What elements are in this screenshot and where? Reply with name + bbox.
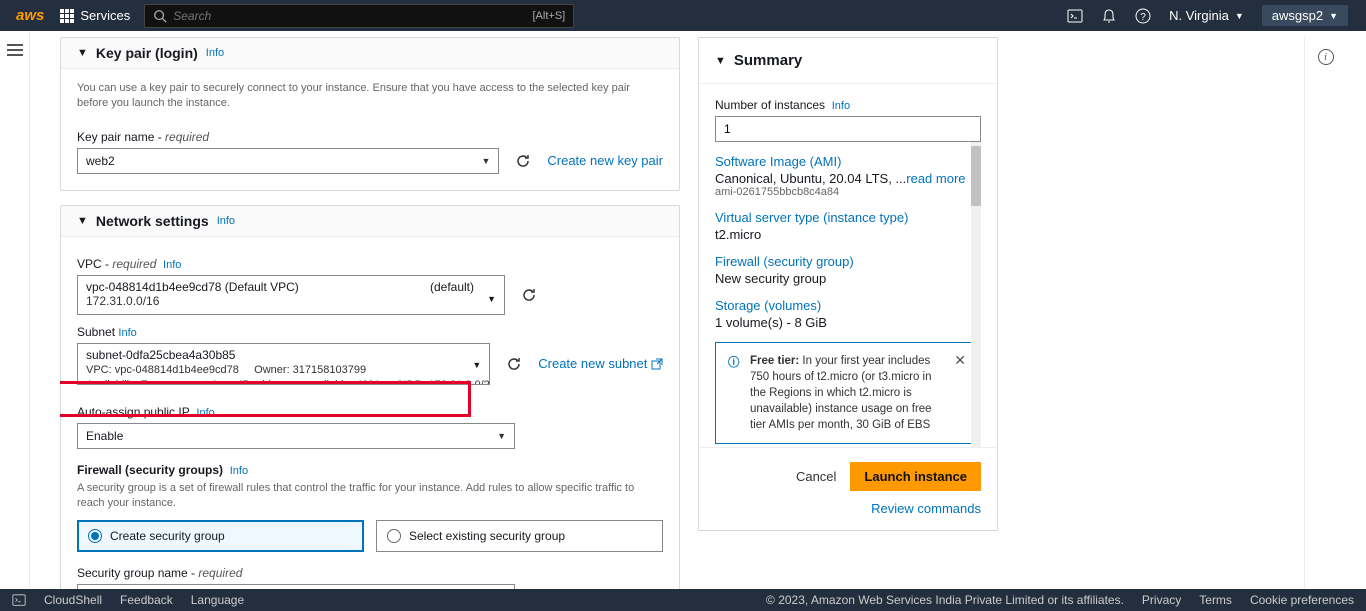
left-rail xyxy=(0,31,30,589)
cloudshell-icon[interactable] xyxy=(12,593,26,607)
info-panel-toggle[interactable]: i xyxy=(1318,49,1334,65)
subnet-label: Subnet Info xyxy=(77,325,663,339)
aws-logo[interactable]: aws xyxy=(16,7,44,24)
footer-feedback[interactable]: Feedback xyxy=(120,593,173,607)
chevron-down-icon: ▼ xyxy=(472,360,481,372)
firewall-info-link[interactable]: Info xyxy=(230,465,248,477)
summary-column: ▼ Summary Number of instances Info Softw… xyxy=(698,37,998,589)
create-keypair-link[interactable]: Create new key pair xyxy=(547,153,663,168)
network-header[interactable]: ▼ Network settings Info xyxy=(61,206,679,237)
summary-ami-link[interactable]: Software Image (AMI) xyxy=(715,154,977,169)
summary-title: Summary xyxy=(734,52,802,69)
caret-down-icon: ▼ xyxy=(77,215,88,227)
autoip-select[interactable]: Enable ▼ xyxy=(77,423,515,449)
caret-down-icon: ▼ xyxy=(77,47,88,59)
region-selector[interactable]: N. Virginia▼ xyxy=(1169,8,1244,23)
refresh-vpc-icon[interactable] xyxy=(521,287,537,303)
read-more-link[interactable]: read more xyxy=(906,171,965,186)
keypair-select[interactable]: web2 ▼ xyxy=(77,148,499,174)
vpc-select[interactable]: vpc-048814d1b4ee9cd78 (Default VPC) 172.… xyxy=(77,275,505,315)
close-icon[interactable]: ✕ xyxy=(954,351,966,371)
sg-name-label: Security group name - required xyxy=(77,566,663,580)
vpc-label: VPC - required Info xyxy=(77,257,663,271)
cloudshell-icon[interactable] xyxy=(1067,8,1083,24)
search-bar[interactable]: [Alt+S] xyxy=(144,4,574,28)
network-title: Network settings xyxy=(96,213,209,229)
create-subnet-link[interactable]: Create new subnet xyxy=(538,356,663,371)
chevron-down-icon: ▼ xyxy=(1329,11,1338,21)
keypair-header[interactable]: ▼ Key pair (login) Info xyxy=(61,38,679,69)
footer-terms[interactable]: Terms xyxy=(1199,593,1232,607)
firewall-hint: A security group is a set of firewall ru… xyxy=(77,481,663,512)
menu-toggle[interactable] xyxy=(7,41,23,589)
autoip-info-link[interactable]: Info xyxy=(196,407,214,419)
footer-cookies[interactable]: Cookie preferences xyxy=(1250,593,1354,607)
firewall-label: Firewall (security groups) Info xyxy=(77,463,663,477)
grid-icon xyxy=(60,9,74,23)
chevron-down-icon: ▼ xyxy=(487,294,496,304)
radio-icon xyxy=(88,529,102,543)
num-instances-input[interactable] xyxy=(715,116,981,142)
summary-type-link[interactable]: Virtual server type (instance type) xyxy=(715,210,977,225)
num-info-link[interactable]: Info xyxy=(832,100,850,112)
summary-ami-id: ami-0261755bbcb8c4a84 xyxy=(715,186,977,198)
network-info-link[interactable]: Info xyxy=(217,215,235,227)
launch-instance-button[interactable]: Launch instance xyxy=(850,462,981,491)
footer: CloudShell Feedback Language © 2023, Ama… xyxy=(0,589,1366,611)
refresh-subnet-icon[interactable] xyxy=(506,356,522,372)
keypair-info-link[interactable]: Info xyxy=(206,47,224,59)
main-column: ▼ Key pair (login) Info You can use a ke… xyxy=(60,37,680,589)
summary-fw-link[interactable]: Firewall (security group) xyxy=(715,254,977,269)
autoip-label: Auto-assign public IP Info xyxy=(77,405,663,419)
keypair-title: Key pair (login) xyxy=(96,45,198,61)
chevron-down-icon: ▼ xyxy=(481,156,490,166)
services-menu[interactable]: Services xyxy=(52,8,138,23)
cancel-button[interactable]: Cancel xyxy=(796,469,836,484)
subnet-select[interactable]: subnet-0dfa25cbea4a30b85 VPC: vpc-048814… xyxy=(77,343,490,385)
search-shortcut: [Alt+S] xyxy=(533,10,566,22)
info-icon: ⓘ xyxy=(728,355,740,371)
subnet-info-link[interactable]: Info xyxy=(118,327,136,339)
keypair-hint: You can use a key pair to securely conne… xyxy=(77,81,663,112)
svg-text:?: ? xyxy=(1140,12,1146,23)
chevron-down-icon: ▼ xyxy=(1235,11,1244,21)
refresh-icon[interactable] xyxy=(515,153,531,169)
radio-create-sg[interactable]: Create security group xyxy=(77,520,364,552)
caret-down-icon: ▼ xyxy=(715,55,726,67)
help-icon[interactable]: ? xyxy=(1135,8,1151,24)
summary-type-value: t2.micro xyxy=(715,227,977,242)
radio-icon xyxy=(387,529,401,543)
external-link-icon xyxy=(651,358,663,370)
page-body: ▼ Key pair (login) Info You can use a ke… xyxy=(0,31,1366,589)
summary-fw-value: New security group xyxy=(715,271,977,286)
notifications-icon[interactable] xyxy=(1101,8,1117,24)
top-nav: aws Services [Alt+S] ? N. Virginia▼ awsg… xyxy=(0,0,1366,31)
summary-storage-value: 1 volume(s) - 8 GiB xyxy=(715,315,977,330)
account-menu[interactable]: awsgsp2▼ xyxy=(1262,5,1348,26)
keypair-panel: ▼ Key pair (login) Info You can use a ke… xyxy=(60,37,680,191)
search-icon xyxy=(153,9,167,23)
summary-panel: ▼ Summary Number of instances Info Softw… xyxy=(698,37,998,531)
scrollbar[interactable] xyxy=(971,142,981,447)
services-label: Services xyxy=(80,8,130,23)
summary-storage-link[interactable]: Storage (volumes) xyxy=(715,298,977,313)
chevron-down-icon: ▼ xyxy=(497,431,506,441)
sg-name-input[interactable] xyxy=(77,584,515,589)
footer-privacy[interactable]: Privacy xyxy=(1142,593,1181,607)
search-input[interactable] xyxy=(173,9,532,23)
footer-copyright: © 2023, Amazon Web Services India Privat… xyxy=(766,593,1124,607)
network-panel: ▼ Network settings Info VPC - required I… xyxy=(60,205,680,589)
keypair-name-label: Key pair name - required xyxy=(77,130,663,144)
summary-header[interactable]: ▼ Summary xyxy=(699,38,997,84)
summary-ami-value: Canonical, Ubuntu, 20.04 LTS, ...read mo… xyxy=(715,171,977,186)
footer-language[interactable]: Language xyxy=(191,593,244,607)
review-commands-link[interactable]: Review commands xyxy=(871,501,981,516)
free-tier-notice: ⓘ ✕ Free tier: In your first year includ… xyxy=(715,342,977,444)
num-instances-label: Number of instances Info xyxy=(715,98,981,112)
footer-cloudshell[interactable]: CloudShell xyxy=(44,593,102,607)
right-rail: i xyxy=(1304,37,1346,589)
radio-select-sg[interactable]: Select existing security group xyxy=(376,520,663,552)
vpc-info-link[interactable]: Info xyxy=(163,259,181,271)
